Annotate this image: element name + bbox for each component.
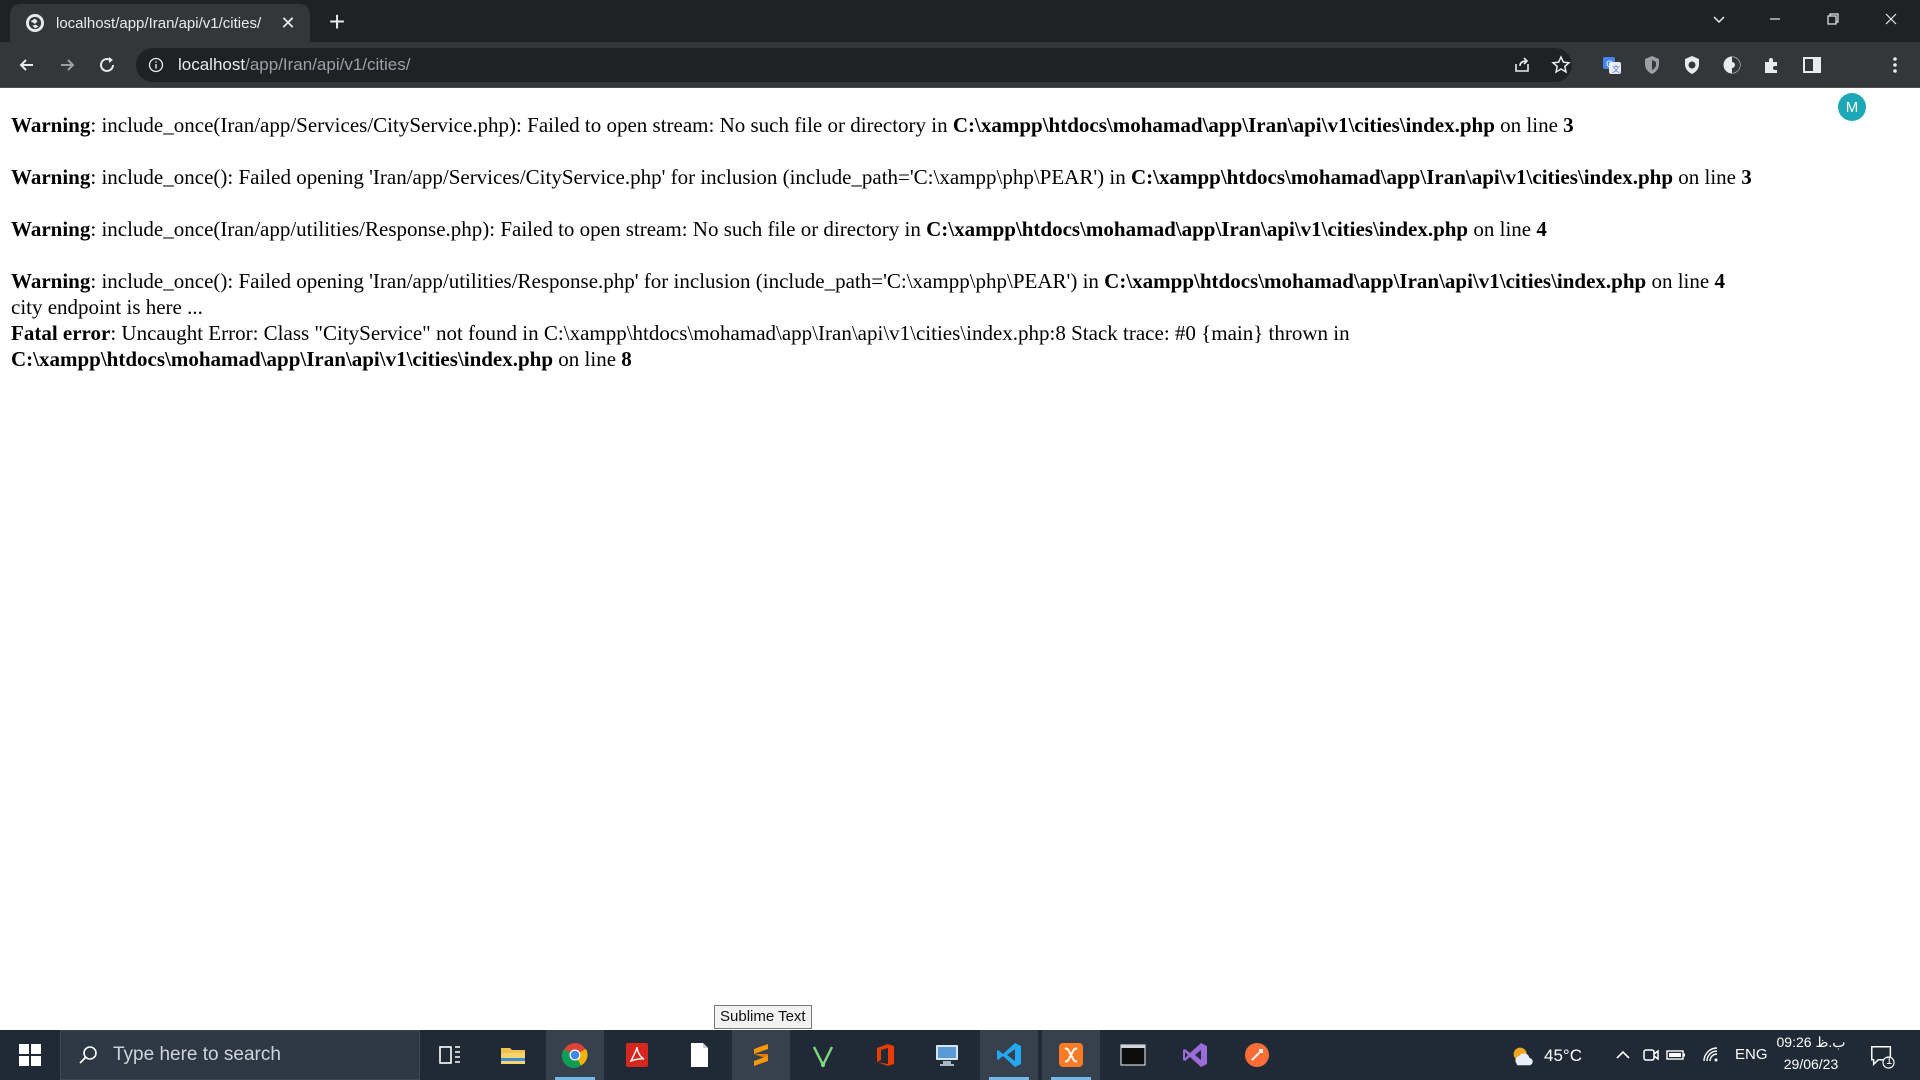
warning-message: : include_once(Iran/app/Services/CitySer… [90, 113, 953, 137]
battery-icon[interactable] [1665, 1044, 1687, 1066]
fatal-error-label: Fatal error [11, 321, 111, 345]
warning-line-4: Warning: include_once(): Failed opening … [11, 268, 1911, 294]
warning-line-number: 3 [1563, 113, 1574, 137]
weather-temperature: 45°C [1544, 1046, 1582, 1065]
shield-extension-icon[interactable] [1637, 50, 1667, 80]
svg-text:文: 文 [1612, 64, 1620, 74]
file-explorer-icon[interactable] [484, 1030, 542, 1080]
warning-message: : include_once(): Failed opening 'Iran/a… [90, 269, 1105, 293]
fatal-error-line-number: 8 [621, 347, 632, 371]
site-info-icon[interactable] [148, 57, 164, 73]
warning-label: Warning [11, 113, 91, 137]
warning-line-number: 4 [1536, 217, 1547, 241]
warning-on-line: on line [1494, 113, 1564, 137]
warning-label: Warning [11, 165, 91, 189]
tab-title: localhost/app/Iran/api/v1/cities/ [56, 14, 262, 32]
visual-studio-icon[interactable] [1166, 1030, 1224, 1080]
side-panel-icon[interactable] [1797, 50, 1827, 80]
meet-now-icon[interactable] [1640, 1044, 1662, 1066]
url-host: localhost [178, 55, 246, 74]
clock-date[interactable]: 29/06/23 [1776, 1056, 1846, 1072]
warning-message: : include_once(): Failed opening 'Iran/a… [90, 165, 1131, 189]
bookmark-star-icon[interactable] [1546, 50, 1576, 80]
adblock-extension-icon[interactable] [1677, 50, 1707, 80]
vector-app-icon[interactable] [794, 1030, 852, 1080]
reload-button[interactable] [91, 49, 123, 81]
windows-logo-icon [19, 1044, 41, 1066]
tab-search-icon[interactable] [1694, 0, 1744, 38]
share-icon[interactable] [1507, 50, 1537, 80]
fatal-error-file: C:\xampp\htdocs\mohamad\app\Iran\api\v1\… [11, 347, 554, 371]
warning-label: Warning [11, 269, 91, 293]
chrome-menu-icon[interactable] [1880, 50, 1910, 80]
tab-strip: localhost/app/Iran/api/v1/cities/ ✕ + [0, 0, 1920, 42]
taskbar-search-box[interactable]: Type here to search [60, 1030, 420, 1080]
browser-tab[interactable]: localhost/app/Iran/api/v1/cities/ ✕ [10, 4, 310, 42]
weather-icon[interactable] [1508, 1042, 1536, 1070]
forward-button[interactable] [51, 49, 83, 81]
warning-file: C:\xampp\htdocs\mohamad\app\Iran\api\v1\… [952, 113, 1495, 137]
notification-count-badge: 1 [1885, 1055, 1893, 1067]
warning-on-line: on line [1646, 269, 1715, 293]
vscode-icon[interactable] [980, 1030, 1038, 1080]
back-button[interactable] [11, 49, 43, 81]
acrobat-reader-icon[interactable] [608, 1030, 666, 1080]
search-icon [79, 1046, 97, 1064]
extensions-puzzle-icon[interactable] [1757, 50, 1787, 80]
translate-extension-icon[interactable]: G文 [1597, 50, 1627, 80]
close-window-button[interactable] [1866, 0, 1916, 38]
terminal-icon[interactable] [1104, 1030, 1162, 1080]
warning-line-3: Warning: include_once(Iran/app/utilities… [11, 216, 1911, 242]
warning-line-number: 4 [1714, 269, 1725, 293]
sublime-text-icon[interactable] [732, 1030, 790, 1080]
warning-file: C:\xampp\htdocs\mohamad\app\Iran\api\v1\… [1130, 165, 1674, 189]
office-icon[interactable] [856, 1030, 914, 1080]
warning-file: C:\xampp\htdocs\mohamad\app\Iran\api\v1\… [926, 217, 1469, 241]
chrome-taskbar-icon[interactable] [546, 1030, 604, 1080]
fatal-error-message: : Uncaught Error: Class "CityService" no… [110, 321, 1350, 345]
url-path: /app/Iran/api/v1/cities/ [245, 55, 411, 74]
postman-icon[interactable] [1228, 1030, 1286, 1080]
remote-desktop-icon[interactable] [918, 1030, 976, 1080]
warning-file: C:\xampp\htdocs\mohamad\app\Iran\api\v1\… [1104, 269, 1647, 293]
start-button[interactable] [0, 1030, 60, 1080]
browser-toolbar: localhost/app/Iran/api/v1/cities/ G文 M [0, 42, 1920, 121]
search-placeholder: Type here to search [113, 1044, 281, 1065]
warning-line-number: 3 [1741, 165, 1752, 189]
restore-button[interactable] [1808, 0, 1858, 38]
notepad-icon[interactable] [670, 1030, 728, 1080]
echo-output: city endpoint is here ... [11, 295, 203, 319]
warning-line-2: Warning: include_once(): Failed opening … [11, 164, 1911, 190]
vpn-extension-icon[interactable] [1717, 50, 1747, 80]
task-view-button[interactable] [421, 1030, 479, 1080]
warning-label: Warning [11, 217, 91, 241]
warning-line-1: Warning: include_once(Iran/app/Services/… [11, 112, 1911, 138]
php-error-output: Warning: include_once(Iran/app/Services/… [11, 112, 1911, 372]
show-hidden-icons-chevron-icon[interactable] [1612, 1044, 1634, 1066]
taskbar-tooltip: Sublime Text [714, 1005, 812, 1029]
clock-time[interactable]: 09:26 ب.ظ [1776, 1034, 1846, 1051]
tab-close-icon[interactable]: ✕ [278, 13, 298, 33]
fatal-error-line: Fatal error: Uncaught Error: Class "City… [11, 320, 1911, 372]
page-favicon-icon [26, 14, 44, 32]
windows-taskbar: Type here to search 45°C ENG 09:26 ب.ظ 2… [0, 1030, 1920, 1080]
warning-message: : include_once(Iran/app/utilities/Respon… [90, 217, 927, 241]
input-language[interactable]: ENG [1735, 1046, 1768, 1063]
warning-on-line: on line [1468, 217, 1537, 241]
new-tab-button[interactable]: + [322, 8, 352, 38]
warning-on-line: on line [1673, 165, 1742, 189]
fatal-error-on-line: on line [553, 347, 622, 371]
wifi-icon[interactable] [1700, 1044, 1722, 1066]
url-text: localhost/app/Iran/api/v1/cities/ [178, 55, 410, 75]
minimize-button[interactable] [1750, 0, 1800, 38]
xampp-icon[interactable] [1042, 1030, 1100, 1080]
address-bar[interactable]: localhost/app/Iran/api/v1/cities/ [136, 48, 1572, 82]
